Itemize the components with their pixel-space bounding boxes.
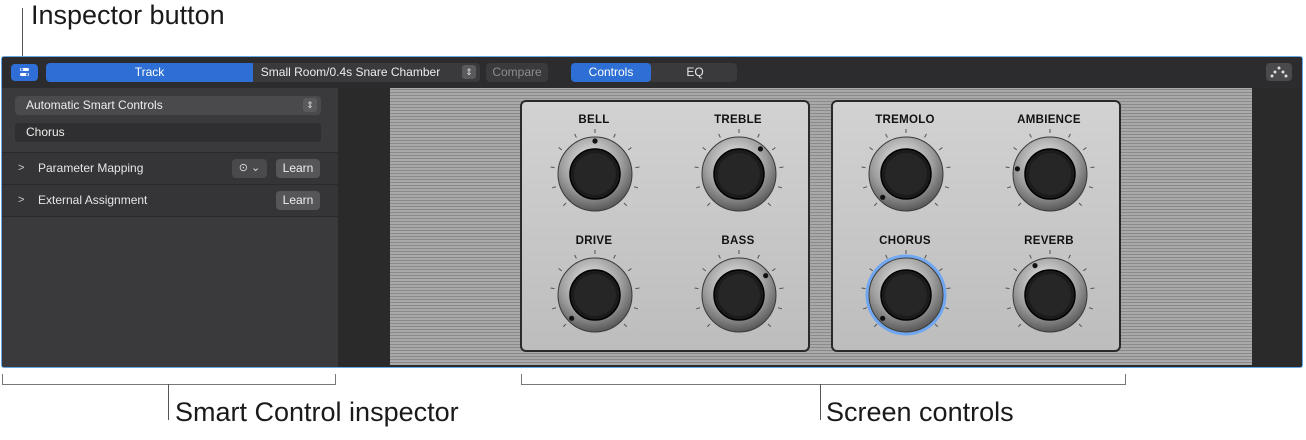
smart-control-inspector: Automatic Smart Controls ⇕ Chorus > Para… [2,88,338,367]
callout-smart-control-inspector: Smart Control inspector [175,397,459,427]
callout-line-inspector-panel [168,384,169,420]
knob-dial[interactable] [549,249,641,341]
knob-label: CHORUS [879,235,931,247]
external-assignment-row[interactable]: > External Assignment Learn [2,185,338,216]
knob-dial[interactable] [860,128,952,220]
view-tabs: Controls EQ [571,63,737,82]
chevron-right-icon[interactable]: > [18,185,24,216]
knob-dial[interactable] [860,249,952,341]
knob-label: BASS [721,235,755,247]
select-stepper-icon: ⇕ [303,98,317,112]
knob-dial[interactable] [693,249,785,341]
bracket-screen-controls [521,374,1126,385]
layout-select-value: Automatic Smart Controls [26,98,163,112]
knob-dial[interactable] [693,128,785,220]
control-name-field[interactable]: Chorus [15,123,321,142]
learn-button-external[interactable]: Learn [276,191,320,210]
patch-stepper-icon[interactable]: ⇕ [462,65,476,79]
graph-icon [1270,66,1288,78]
tab-controls[interactable]: Controls [571,63,651,82]
knob-label: DRIVE [575,235,613,247]
screen-controls-area: BELL TREBLE DRIVE BASS TREMOLO AMBIENCE … [338,88,1302,367]
track-patch-bar: Track Small Room/0.4s Snare Chamber ⇕ [46,63,480,82]
external-assignment-label: External Assignment [38,193,148,207]
inspector-icon [20,68,29,76]
chevron-right-icon[interactable]: > [18,153,24,184]
knob-panel-left: BELL TREBLE DRIVE BASS [520,100,810,352]
callout-inspector-button: Inspector button [31,0,225,30]
callout-line-screen-controls [820,384,821,420]
mapping-options-button[interactable]: ⊙ ⌄ [232,159,267,178]
bracket-smart-control-inspector [2,374,336,385]
tab-eq[interactable]: EQ [655,63,735,82]
track-label[interactable]: Track [46,63,253,82]
parameter-mapping-label: Parameter Mapping [38,161,144,175]
knob-label: AMBIENCE [1017,114,1081,126]
knob-label: TREMOLO [875,114,935,126]
metal-faceplate: BELL TREBLE DRIVE BASS TREMOLO AMBIENCE … [390,88,1252,365]
patch-name: Small Room/0.4s Snare Chamber [260,65,441,79]
patch-selector[interactable]: Small Room/0.4s Snare Chamber ⇕ [253,63,480,82]
compare-button[interactable]: Compare [486,63,548,82]
knob-label: BELL [578,114,610,126]
knob-dial[interactable] [1004,128,1096,220]
parameter-mapping-row[interactable]: > Parameter Mapping ⊙ ⌄ Learn [2,153,338,184]
knob-label: TREBLE [714,114,762,126]
callout-line-inspector [22,8,23,58]
graph-view-button[interactable] [1266,63,1292,81]
inspector-button[interactable] [11,64,38,81]
knob-dial[interactable] [1004,249,1096,341]
smart-controls-window: Track Small Room/0.4s Snare Chamber ⇕ Co… [1,56,1303,368]
learn-button-mapping[interactable]: Learn [276,159,320,178]
smart-controls-toolbar: Track Small Room/0.4s Snare Chamber ⇕ Co… [2,57,1302,88]
knob-label: REVERB [1024,235,1074,247]
knob-dial[interactable] [549,128,641,220]
layout-select[interactable]: Automatic Smart Controls ⇕ [15,96,321,115]
knob-panel-right: TREMOLO AMBIENCE CHORUS REVERB [831,100,1121,352]
callout-screen-controls: Screen controls [826,397,1014,427]
